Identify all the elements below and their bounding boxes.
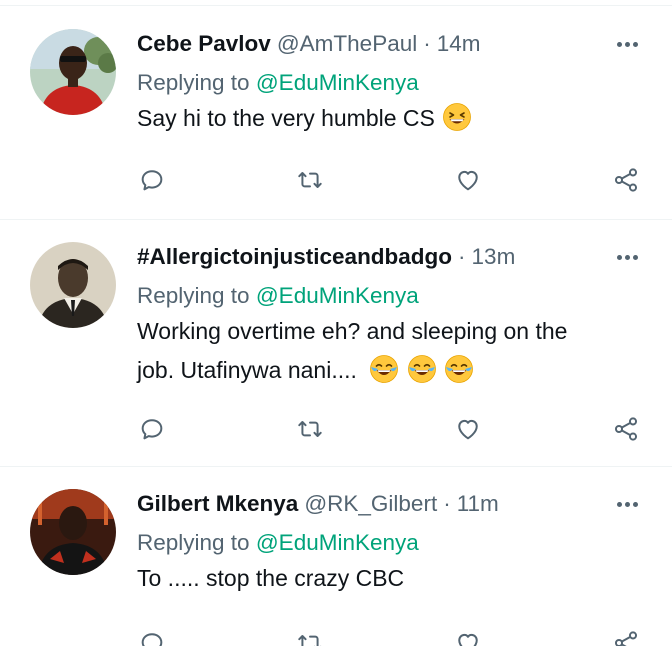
display-name[interactable]: Cebe Pavlov (137, 29, 271, 59)
tweet[interactable]: #Allergictoinjusticeandbadgo · 13m Reply… (0, 220, 672, 467)
reply-icon[interactable] (136, 413, 168, 445)
tweet[interactable]: Gilbert Mkenya @RK_Gilbert · 11m Replyin… (0, 467, 672, 646)
more-icon[interactable] (612, 29, 642, 59)
tweet-text-line: job. Utafinywa nani.... (137, 357, 357, 383)
tweet-actions (137, 413, 642, 445)
avatar[interactable] (30, 242, 116, 328)
share-icon[interactable] (610, 413, 642, 445)
timestamp[interactable]: 13m (472, 242, 516, 272)
reply-icon[interactable] (136, 627, 168, 646)
replying-to: Replying to @EduMinKenya (137, 528, 642, 558)
face-with-tears-of-joy-icon (407, 354, 437, 384)
top-divider (0, 0, 672, 6)
reply-icon[interactable] (136, 164, 168, 196)
retweet-icon[interactable] (294, 164, 326, 196)
share-icon[interactable] (610, 164, 642, 196)
user-handle[interactable]: @AmThePaul (277, 29, 417, 59)
replying-prefix: Replying to (137, 530, 250, 555)
avatar[interactable] (30, 489, 116, 575)
face-with-tears-of-joy-icon (444, 354, 474, 384)
retweet-icon[interactable] (294, 627, 326, 646)
mention-link[interactable]: @EduMinKenya (256, 70, 419, 95)
replying-prefix: Replying to (137, 70, 250, 95)
mention-link[interactable]: @EduMinKenya (256, 530, 419, 555)
tweet-text: To ..... stop the crazy CBC (137, 559, 642, 598)
tweet-text-body: To ..... stop the crazy CBC (137, 565, 405, 591)
grinning-squint-face-icon (442, 102, 472, 132)
heart-icon[interactable] (452, 627, 484, 646)
more-icon[interactable] (612, 489, 642, 519)
separator-dot: · (423, 31, 431, 56)
replying-to: Replying to @EduMinKenya (137, 281, 642, 311)
heart-icon[interactable] (452, 413, 484, 445)
separator-dot: · (458, 244, 466, 269)
mention-link[interactable]: @EduMinKenya (256, 283, 419, 308)
more-icon[interactable] (612, 242, 642, 272)
tweet-text: Say hi to the very humble CS (137, 99, 642, 138)
retweet-icon[interactable] (294, 413, 326, 445)
replying-prefix: Replying to (137, 283, 250, 308)
share-icon[interactable] (610, 627, 642, 646)
tweet-text-body: Say hi to the very humble CS (137, 105, 435, 131)
tweet-actions (137, 627, 642, 646)
tweet-text-line: Working overtime eh? and sleeping on the (137, 318, 568, 344)
avatar[interactable] (30, 29, 116, 115)
display-name[interactable]: #Allergictoinjusticeandbadgo (137, 242, 452, 272)
tweet[interactable]: Cebe Pavlov @AmThePaul · 14m Replying to… (0, 7, 672, 220)
timestamp[interactable]: 11m (457, 489, 499, 519)
replying-to: Replying to @EduMinKenya (137, 68, 642, 98)
tweet-text: Working overtime eh? and sleeping on the… (137, 312, 642, 390)
separator-dot: · (443, 491, 451, 516)
display-name[interactable]: Gilbert Mkenya (137, 489, 298, 519)
tweet-header: Gilbert Mkenya @RK_Gilbert · 11m (137, 489, 642, 519)
face-with-tears-of-joy-icon (369, 354, 399, 384)
tweet-actions (137, 164, 642, 196)
user-handle[interactable]: @RK_Gilbert (304, 489, 437, 519)
tweet-header: #Allergictoinjusticeandbadgo · 13m (137, 242, 642, 272)
timestamp[interactable]: 14m (437, 29, 481, 59)
tweet-header: Cebe Pavlov @AmThePaul · 14m (137, 29, 642, 59)
heart-icon[interactable] (452, 164, 484, 196)
